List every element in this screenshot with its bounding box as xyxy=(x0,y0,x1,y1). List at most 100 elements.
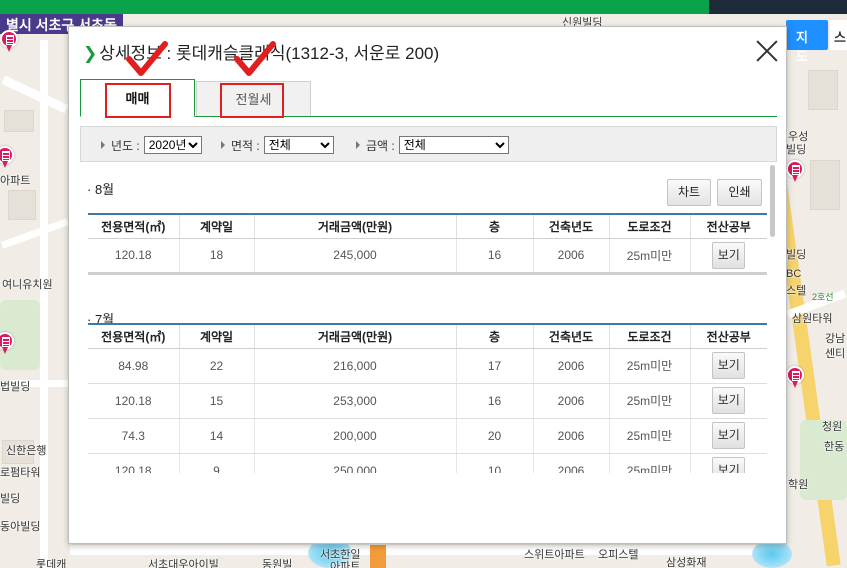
table-header-row: 전용면적(㎡) 계약일 거래금액(만원) 층 건축년도 도로조건 전산공부 xyxy=(88,213,767,239)
close-icon[interactable] xyxy=(755,39,779,63)
filter-bar: 년도 : 2020년 면적 : 전체 금액 : 전체 xyxy=(80,126,777,162)
day-cell: 9 xyxy=(179,453,255,473)
map-road-orange xyxy=(370,545,386,568)
table-row: 120.18 15 253,000 16 2006 25m미만 보기 xyxy=(88,383,767,419)
chevron-right-icon: ❯ xyxy=(83,44,98,63)
column-header: 층 xyxy=(456,323,534,349)
triangle-right-icon xyxy=(221,141,225,149)
column-header: 전산공부 xyxy=(690,213,767,239)
year-filter: 년도 : 2020년 xyxy=(101,136,202,154)
map-label: 강남 xyxy=(825,333,846,345)
view-document-button[interactable]: 보기 xyxy=(712,387,746,414)
view-document-button[interactable]: 보기 xyxy=(712,422,746,449)
chart-button[interactable]: 차트 xyxy=(667,179,711,206)
map-label: 법빌딩 xyxy=(0,381,31,393)
built-year-cell: 2006 xyxy=(533,453,610,473)
map-road xyxy=(0,218,70,249)
column-header: 도로조건 xyxy=(609,213,691,239)
building-pin-icon[interactable] xyxy=(0,146,14,168)
day-cell: 14 xyxy=(179,418,255,454)
map-label: 학원 xyxy=(788,479,809,491)
building-pin-icon[interactable] xyxy=(786,366,804,388)
annotation-box xyxy=(220,83,284,118)
map-label: 한동 xyxy=(824,441,845,453)
column-header: 도로조건 xyxy=(609,323,691,349)
column-header: 층 xyxy=(456,213,534,239)
annotation-box xyxy=(105,83,171,118)
table-row: 120.18 9 250,000 10 2006 25m미만 보기 xyxy=(88,453,767,473)
road-cell: 25m미만 xyxy=(609,238,691,275)
map-label: 서초대우아이빌 xyxy=(148,559,219,568)
map-label: 빌딩 xyxy=(786,144,807,156)
price-cell: 253,000 xyxy=(254,383,457,419)
road-cell: 25m미만 xyxy=(609,348,691,384)
day-cell: 22 xyxy=(179,348,255,384)
floor-cell: 20 xyxy=(456,418,534,454)
building-pin-icon[interactable] xyxy=(0,30,18,52)
map-label: 빌딩 xyxy=(786,249,807,261)
results-list[interactable]: · 8월 차트 인쇄 전용면적(㎡) 계약일 거래금액(만원) 층 건축년도 도… xyxy=(80,167,777,473)
map-label: 빌딩 xyxy=(0,493,21,505)
table-row: 74.3 14 200,000 20 2006 25m미만 보기 xyxy=(88,418,767,454)
amount-select[interactable]: 전체 xyxy=(398,136,509,154)
doc-cell: 보기 xyxy=(690,418,767,454)
view-document-button[interactable]: 보기 xyxy=(712,352,746,379)
amount-filter: 금액 : 전체 xyxy=(356,136,509,154)
column-header: 거래금액(만원) xyxy=(254,323,457,349)
built-year-cell: 2006 xyxy=(533,418,610,454)
top-dark-bar xyxy=(709,0,847,14)
map-block xyxy=(4,110,34,132)
doc-cell: 보기 xyxy=(690,348,767,384)
road-cell: 25m미만 xyxy=(609,453,691,473)
area-filter: 면적 : 전체 xyxy=(221,136,334,154)
built-year-cell: 2006 xyxy=(533,383,610,419)
built-year-cell: 2006 xyxy=(533,238,610,275)
area-cell: 84.98 xyxy=(88,348,180,384)
price-cell: 245,000 xyxy=(254,238,457,275)
price-cell: 216,000 xyxy=(254,348,457,384)
table-row: 84.98 22 216,000 17 2006 25m미만 보기 xyxy=(88,348,767,384)
map-label: BC xyxy=(786,268,802,280)
map-other-view-button[interactable]: 스 xyxy=(830,20,847,50)
map-label: 청원 xyxy=(822,421,843,433)
year-filter-label: 년도 : xyxy=(111,138,140,153)
building-pin-icon[interactable] xyxy=(786,160,804,182)
year-select[interactable]: 2020년 xyxy=(143,136,202,154)
area-cell: 120.18 xyxy=(88,383,180,419)
area-cell: 74.3 xyxy=(88,418,180,454)
map-label: 2호선 xyxy=(812,292,834,302)
map-label: 동아빌딩 xyxy=(0,521,41,533)
print-button[interactable]: 인쇄 xyxy=(717,179,762,206)
built-year-cell: 2006 xyxy=(533,348,610,384)
floor-cell: 16 xyxy=(456,238,534,275)
road-cell: 25m미만 xyxy=(609,418,691,454)
map-label: 여니유치원 xyxy=(2,279,53,291)
column-header: 건축년도 xyxy=(533,213,610,239)
map-block xyxy=(810,160,840,210)
map-label: 아파트 xyxy=(330,561,361,568)
map-label: 오피스텔 xyxy=(598,549,639,561)
price-cell: 250,000 xyxy=(254,453,457,473)
view-document-button[interactable]: 보기 xyxy=(712,457,746,473)
check-mark-icon xyxy=(126,41,168,76)
map-label: 삼원타워 xyxy=(792,313,833,325)
deal-table-jul: 전용면적(㎡) 계약일 거래금액(만원) 층 건축년도 도로조건 전산공부 84… xyxy=(88,323,767,473)
map-view-button[interactable]: 지도 xyxy=(786,20,828,64)
triangle-right-icon xyxy=(101,141,105,149)
doc-cell: 보기 xyxy=(690,383,767,419)
section-title: · 8월 xyxy=(87,182,115,197)
day-cell: 15 xyxy=(179,383,255,419)
column-header: 건축년도 xyxy=(533,323,610,349)
area-cell: 120.18 xyxy=(88,453,180,473)
column-header: 전용면적(㎡) xyxy=(88,213,180,239)
area-cell: 120.18 xyxy=(88,238,180,275)
area-filter-label: 면적 : xyxy=(231,138,260,153)
area-select[interactable]: 전체 xyxy=(263,136,334,154)
table-header-row: 전용면적(㎡) 계약일 거래금액(만원) 층 건축년도 도로조건 전산공부 xyxy=(88,323,767,349)
triangle-right-icon xyxy=(356,141,360,149)
view-document-button[interactable]: 보기 xyxy=(712,241,746,269)
check-mark-icon xyxy=(234,41,276,76)
map-label: 로펌타워 xyxy=(0,467,41,479)
day-cell: 18 xyxy=(179,238,255,275)
building-pin-icon[interactable] xyxy=(0,332,14,354)
